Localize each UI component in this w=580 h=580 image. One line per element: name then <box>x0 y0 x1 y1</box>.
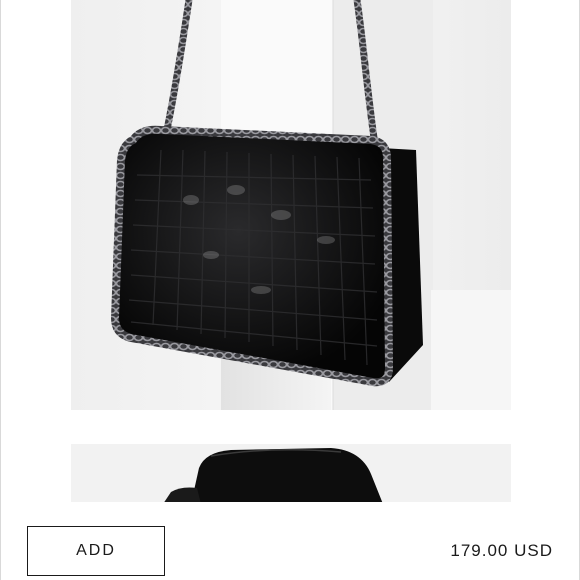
product-image-main[interactable] <box>71 0 511 410</box>
product-page: ADD 179.00 USD <box>0 0 580 580</box>
add-to-cart-button[interactable]: ADD <box>27 526 165 576</box>
product-price: 179.00 USD <box>450 541 553 560</box>
bag-photo-secondary <box>71 444 511 502</box>
product-image-secondary[interactable] <box>71 444 511 502</box>
bag-photo-main <box>71 0 511 410</box>
purchase-bar: ADD 179.00 USD <box>1 503 579 580</box>
